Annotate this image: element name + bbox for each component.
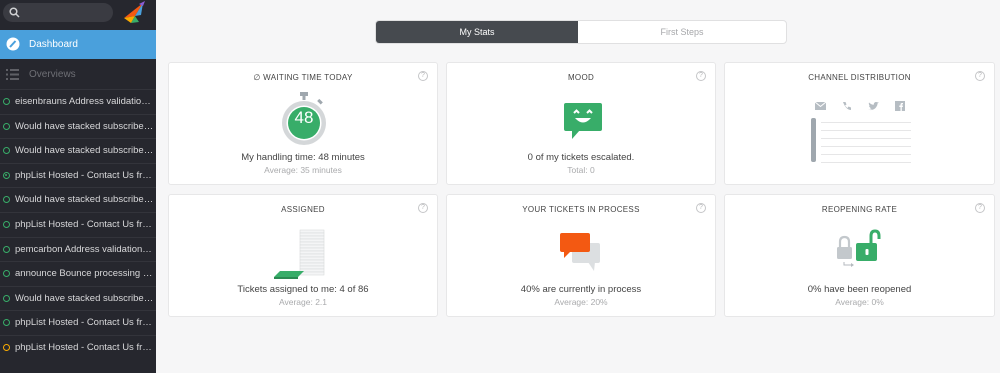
divider — [821, 146, 911, 147]
ticket-list: eisenbrauns Address validation ... Would… — [0, 89, 156, 360]
dashboard-icon — [6, 37, 20, 51]
average-text: Average: 20% — [554, 297, 608, 307]
ticket-title: eisenbrauns Address validation ... — [15, 96, 154, 107]
card-title: ASSIGNED — [281, 205, 325, 214]
status-dot-icon — [3, 343, 10, 351]
facebook-icon — [895, 98, 905, 116]
unlock-icon — [856, 229, 881, 261]
phone-icon — [842, 98, 852, 116]
assigned-text: Tickets assigned to me: 4 of 86 — [237, 284, 369, 295]
divider — [821, 130, 911, 131]
mood-card: MOOD ? 0 of my tickets escalated. Total:… — [446, 62, 716, 185]
sidebar-item-overviews[interactable]: Overviews — [0, 62, 156, 86]
status-dot-icon — [3, 98, 10, 105]
ticket-title: Would have stacked subscriber ... — [15, 145, 154, 157]
mood-smiley-icon — [564, 103, 602, 139]
sidebar: Dashboard Overviews eisenbrauns Address … — [0, 0, 156, 373]
overviews-icon — [6, 69, 19, 80]
list-item[interactable]: Would have stacked subscriber ... — [0, 138, 156, 163]
speech-bubbles-icon — [560, 233, 600, 271]
channel-icons — [811, 98, 911, 111]
divider — [821, 138, 911, 139]
logo-bird-icon[interactable] — [121, 0, 147, 26]
handling-time-text: My handling time: 48 minutes — [241, 152, 365, 163]
average-text: Average: 0% — [835, 297, 884, 307]
average-text: Average: 2.1 — [278, 297, 328, 307]
help-icon[interactable]: ? — [418, 203, 428, 213]
list-item[interactable]: phpList Hosted - Contact Us fro... — [0, 334, 156, 360]
tab-first-steps[interactable]: First Steps — [578, 21, 786, 43]
ticket-stack-icon — [274, 229, 325, 279]
card-title: ∅ WAITING TIME TODAY — [253, 73, 353, 82]
channel-bar — [811, 118, 816, 162]
divider — [821, 122, 911, 123]
channel-distribution-card: CHANNEL DISTRIBUTION ? — [724, 62, 995, 185]
reopening-rate-card: REOPENING RATE ? 0% have been reopened A… — [724, 194, 995, 317]
sidebar-item-label: Dashboard — [29, 39, 78, 50]
list-item[interactable]: Would have stacked subscriber ... — [0, 285, 156, 311]
ticket-title: pemcarbon Address validation r... — [15, 243, 154, 255]
average-text: Average: 35 minutes — [264, 165, 342, 175]
help-icon[interactable]: ? — [696, 203, 706, 213]
list-item[interactable]: eisenbrauns Address validation ... — [0, 89, 156, 114]
status-dot-icon — [3, 196, 10, 204]
list-item[interactable]: phpList Hosted - Contact Us fro... — [0, 162, 156, 188]
divider — [821, 162, 911, 163]
status-dot-icon — [3, 294, 10, 302]
divider — [821, 154, 911, 155]
sidebar-item-dashboard[interactable]: Dashboard — [0, 30, 156, 59]
status-dot-icon — [3, 220, 10, 228]
assigned-card: ASSIGNED ? Tickets assigned to me: 4 of … — [168, 194, 438, 317]
stats-tabs: My Stats First Steps — [375, 20, 787, 44]
status-dot-icon — [3, 270, 10, 278]
ticket-title: phpList Hosted - Contact Us fro... — [15, 341, 154, 353]
ticket-title: announce Bounce processing info — [15, 268, 154, 280]
card-title: MOOD — [567, 73, 595, 82]
help-icon[interactable]: ? — [696, 71, 706, 81]
card-title: CHANNEL DISTRIBUTION — [808, 73, 911, 82]
status-dot-icon — [3, 319, 10, 327]
in-process-text: 40% are currently in process — [520, 284, 642, 295]
list-item[interactable]: phpList Hosted - Contact Us fro... — [0, 211, 156, 237]
total-text: Total: 0 — [567, 165, 595, 175]
help-icon[interactable]: ? — [975, 203, 985, 213]
sidebar-item-label: Overviews — [29, 69, 76, 80]
ticket-title: phpList Hosted - Contact Us fro... — [15, 169, 154, 181]
list-item[interactable]: announce Bounce processing info — [0, 261, 156, 286]
ticket-title: phpList Hosted - Contact Us fro... — [15, 317, 154, 329]
help-icon[interactable]: ? — [418, 71, 428, 81]
card-title: REOPENING RATE — [821, 205, 898, 214]
help-icon[interactable]: ? — [975, 71, 985, 81]
tickets-in-process-card: YOUR TICKETS IN PROCESS ? 40% are curren… — [446, 194, 716, 317]
status-dot-icon — [3, 245, 10, 253]
reopened-text: 0% have been reopened — [807, 284, 912, 295]
waiting-time-card: ∅ WAITING TIME TODAY ? 48 My handling ti… — [168, 62, 438, 185]
list-item[interactable]: Would have stacked subscriber ... — [0, 187, 156, 212]
tab-my-stats[interactable]: My Stats — [376, 21, 578, 43]
ticket-title: Would have stacked subscriber ... — [15, 194, 154, 206]
mail-icon — [814, 98, 827, 116]
card-title: YOUR TICKETS IN PROCESS — [522, 205, 640, 214]
search-icon — [9, 7, 20, 18]
search-input[interactable] — [3, 3, 113, 22]
channel-distribution-bars — [811, 118, 911, 164]
status-dot-icon — [3, 147, 10, 155]
status-dot-icon — [3, 122, 10, 130]
twitter-icon — [868, 98, 879, 116]
list-item[interactable]: Would have stacked subscriber ... — [0, 113, 156, 139]
list-item[interactable]: phpList Hosted - Contact Us fro... — [0, 310, 156, 335]
ticket-title: Would have stacked subscriber ... — [15, 120, 154, 132]
escalated-text: 0 of my tickets escalated. — [527, 152, 635, 163]
status-dot-icon — [3, 171, 10, 179]
list-item[interactable]: pemcarbon Address validation r... — [0, 236, 156, 262]
ticket-title: phpList Hosted - Contact Us fro... — [15, 218, 154, 230]
ticket-title: Would have stacked subscriber ... — [15, 292, 154, 304]
waiting-time-value: 48 — [294, 108, 314, 127]
